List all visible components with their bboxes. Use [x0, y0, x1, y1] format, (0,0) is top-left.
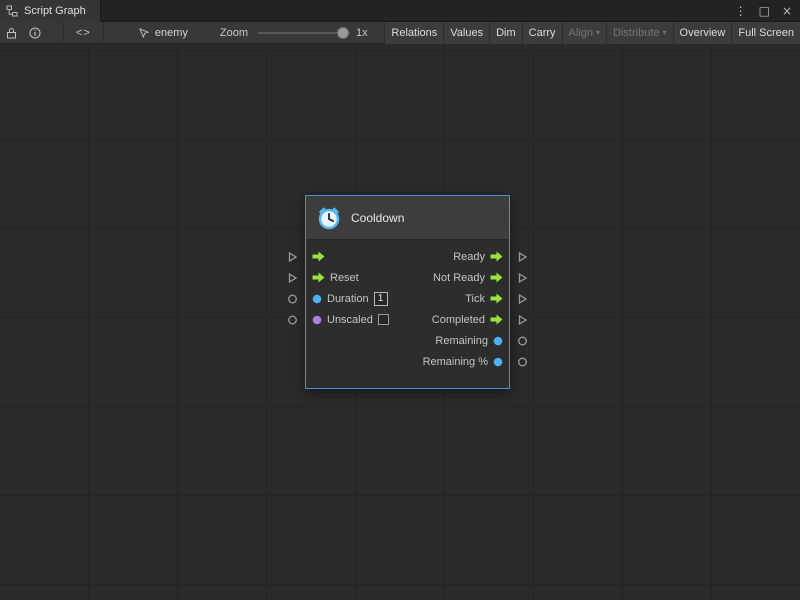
values-button[interactable]: Values [443, 22, 489, 44]
kebab-menu-icon[interactable]: ⋮ [735, 0, 747, 22]
tab-label: Script Graph [24, 5, 86, 17]
dim-button[interactable]: Dim [489, 22, 522, 44]
distribute-label: Distribute [613, 27, 659, 39]
port-label-ready: Ready [453, 251, 485, 263]
flow-output-port-tick[interactable] [490, 293, 503, 304]
node-body: Ready Reset [306, 240, 509, 388]
overview-button[interactable]: Overview [673, 22, 732, 44]
graph-toolbar: <> enemy Zoom 1x Relations Values Dim Ca… [0, 22, 800, 44]
value-input-connector-duration[interactable] [287, 293, 298, 304]
dropdown-arrow-icon: ▾ [663, 29, 667, 37]
port-row: Remaining % [306, 351, 509, 372]
overview-label: Overview [680, 27, 726, 39]
relations-button[interactable]: Relations [384, 22, 443, 44]
carry-label: Carry [529, 27, 556, 39]
node-title: Cooldown [351, 211, 404, 225]
graph-pointer-icon [138, 27, 150, 39]
value-output-connector-remaining-percent[interactable] [517, 356, 528, 367]
zoom-slider-handle[interactable] [337, 27, 349, 39]
flow-input-connector[interactable] [287, 251, 298, 262]
flow-output-connector-not-ready[interactable] [517, 272, 528, 283]
graph-breadcrumb[interactable]: enemy [138, 27, 188, 39]
fullscreen-button[interactable]: Full Screen [731, 22, 800, 44]
titlebar: Script Graph ⋮ □ × [0, 0, 800, 22]
script-graph-icon [6, 5, 18, 17]
port-label-reset: Reset [330, 272, 359, 284]
port-row: Reset Not Ready [306, 267, 509, 288]
port-row: Ready [306, 246, 509, 267]
flow-output-port-not-ready[interactable] [490, 272, 503, 283]
distribute-button: Distribute ▾ [606, 22, 672, 44]
code-view-button[interactable]: <> [63, 22, 104, 44]
fullscreen-label: Full Screen [738, 27, 794, 39]
flow-input-port[interactable] [312, 251, 325, 262]
value-output-connector-remaining[interactable] [517, 335, 528, 346]
port-label-not-ready: Not Ready [433, 272, 485, 284]
zoom-label: Zoom [220, 27, 248, 39]
port-row: Remaining [306, 330, 509, 351]
flow-output-port-completed[interactable] [490, 314, 503, 325]
duration-field[interactable] [374, 292, 388, 306]
unscaled-checkbox[interactable] [378, 314, 389, 325]
graph-canvas[interactable]: Cooldown Ready [0, 44, 800, 600]
lock-icon[interactable] [0, 22, 23, 44]
alarm-clock-icon [316, 205, 342, 231]
window-controls: ⋮ □ × [735, 0, 800, 22]
carry-button[interactable]: Carry [522, 22, 562, 44]
flow-input-connector-reset[interactable] [287, 272, 298, 283]
value-output-port-remaining[interactable] [493, 336, 503, 346]
port-label-tick: Tick [465, 293, 485, 305]
toolbar-button-group: Relations Values Dim Carry Align ▾ Distr… [384, 22, 800, 44]
port-row: Duration Tick [306, 288, 509, 309]
align-label: Align [569, 27, 593, 39]
value-input-connector-unscaled[interactable] [287, 314, 298, 325]
flow-output-port-ready[interactable] [490, 251, 503, 262]
value-input-port-unscaled[interactable] [312, 315, 322, 325]
dim-label: Dim [496, 27, 516, 39]
value-output-port-remaining-percent[interactable] [493, 357, 503, 367]
zoom-slider[interactable] [258, 22, 350, 44]
port-label-duration: Duration [327, 293, 369, 305]
maximize-icon[interactable]: □ [759, 0, 770, 22]
cooldown-node[interactable]: Cooldown Ready [305, 195, 510, 389]
info-icon[interactable] [23, 22, 47, 44]
port-row: Unscaled Completed [306, 309, 509, 330]
flow-output-connector-tick[interactable] [517, 293, 528, 304]
breadcrumb-label: enemy [155, 27, 188, 39]
port-label-remaining: Remaining [435, 335, 488, 347]
dropdown-arrow-icon: ▾ [596, 29, 600, 37]
flow-output-connector-ready[interactable] [517, 251, 528, 262]
port-label-unscaled: Unscaled [327, 314, 373, 326]
zoom-value: 1x [356, 27, 368, 39]
align-button: Align ▾ [562, 22, 606, 44]
node-header[interactable]: Cooldown [306, 196, 509, 240]
tab-script-graph[interactable]: Script Graph [0, 0, 101, 22]
port-label-remaining-percent: Remaining % [423, 356, 488, 368]
values-label: Values [450, 27, 483, 39]
relations-label: Relations [391, 27, 437, 39]
value-input-port-duration[interactable] [312, 294, 322, 304]
close-icon[interactable]: × [782, 0, 792, 22]
port-label-completed: Completed [432, 314, 485, 326]
flow-output-connector-completed[interactable] [517, 314, 528, 325]
flow-input-port-reset[interactable] [312, 272, 325, 283]
